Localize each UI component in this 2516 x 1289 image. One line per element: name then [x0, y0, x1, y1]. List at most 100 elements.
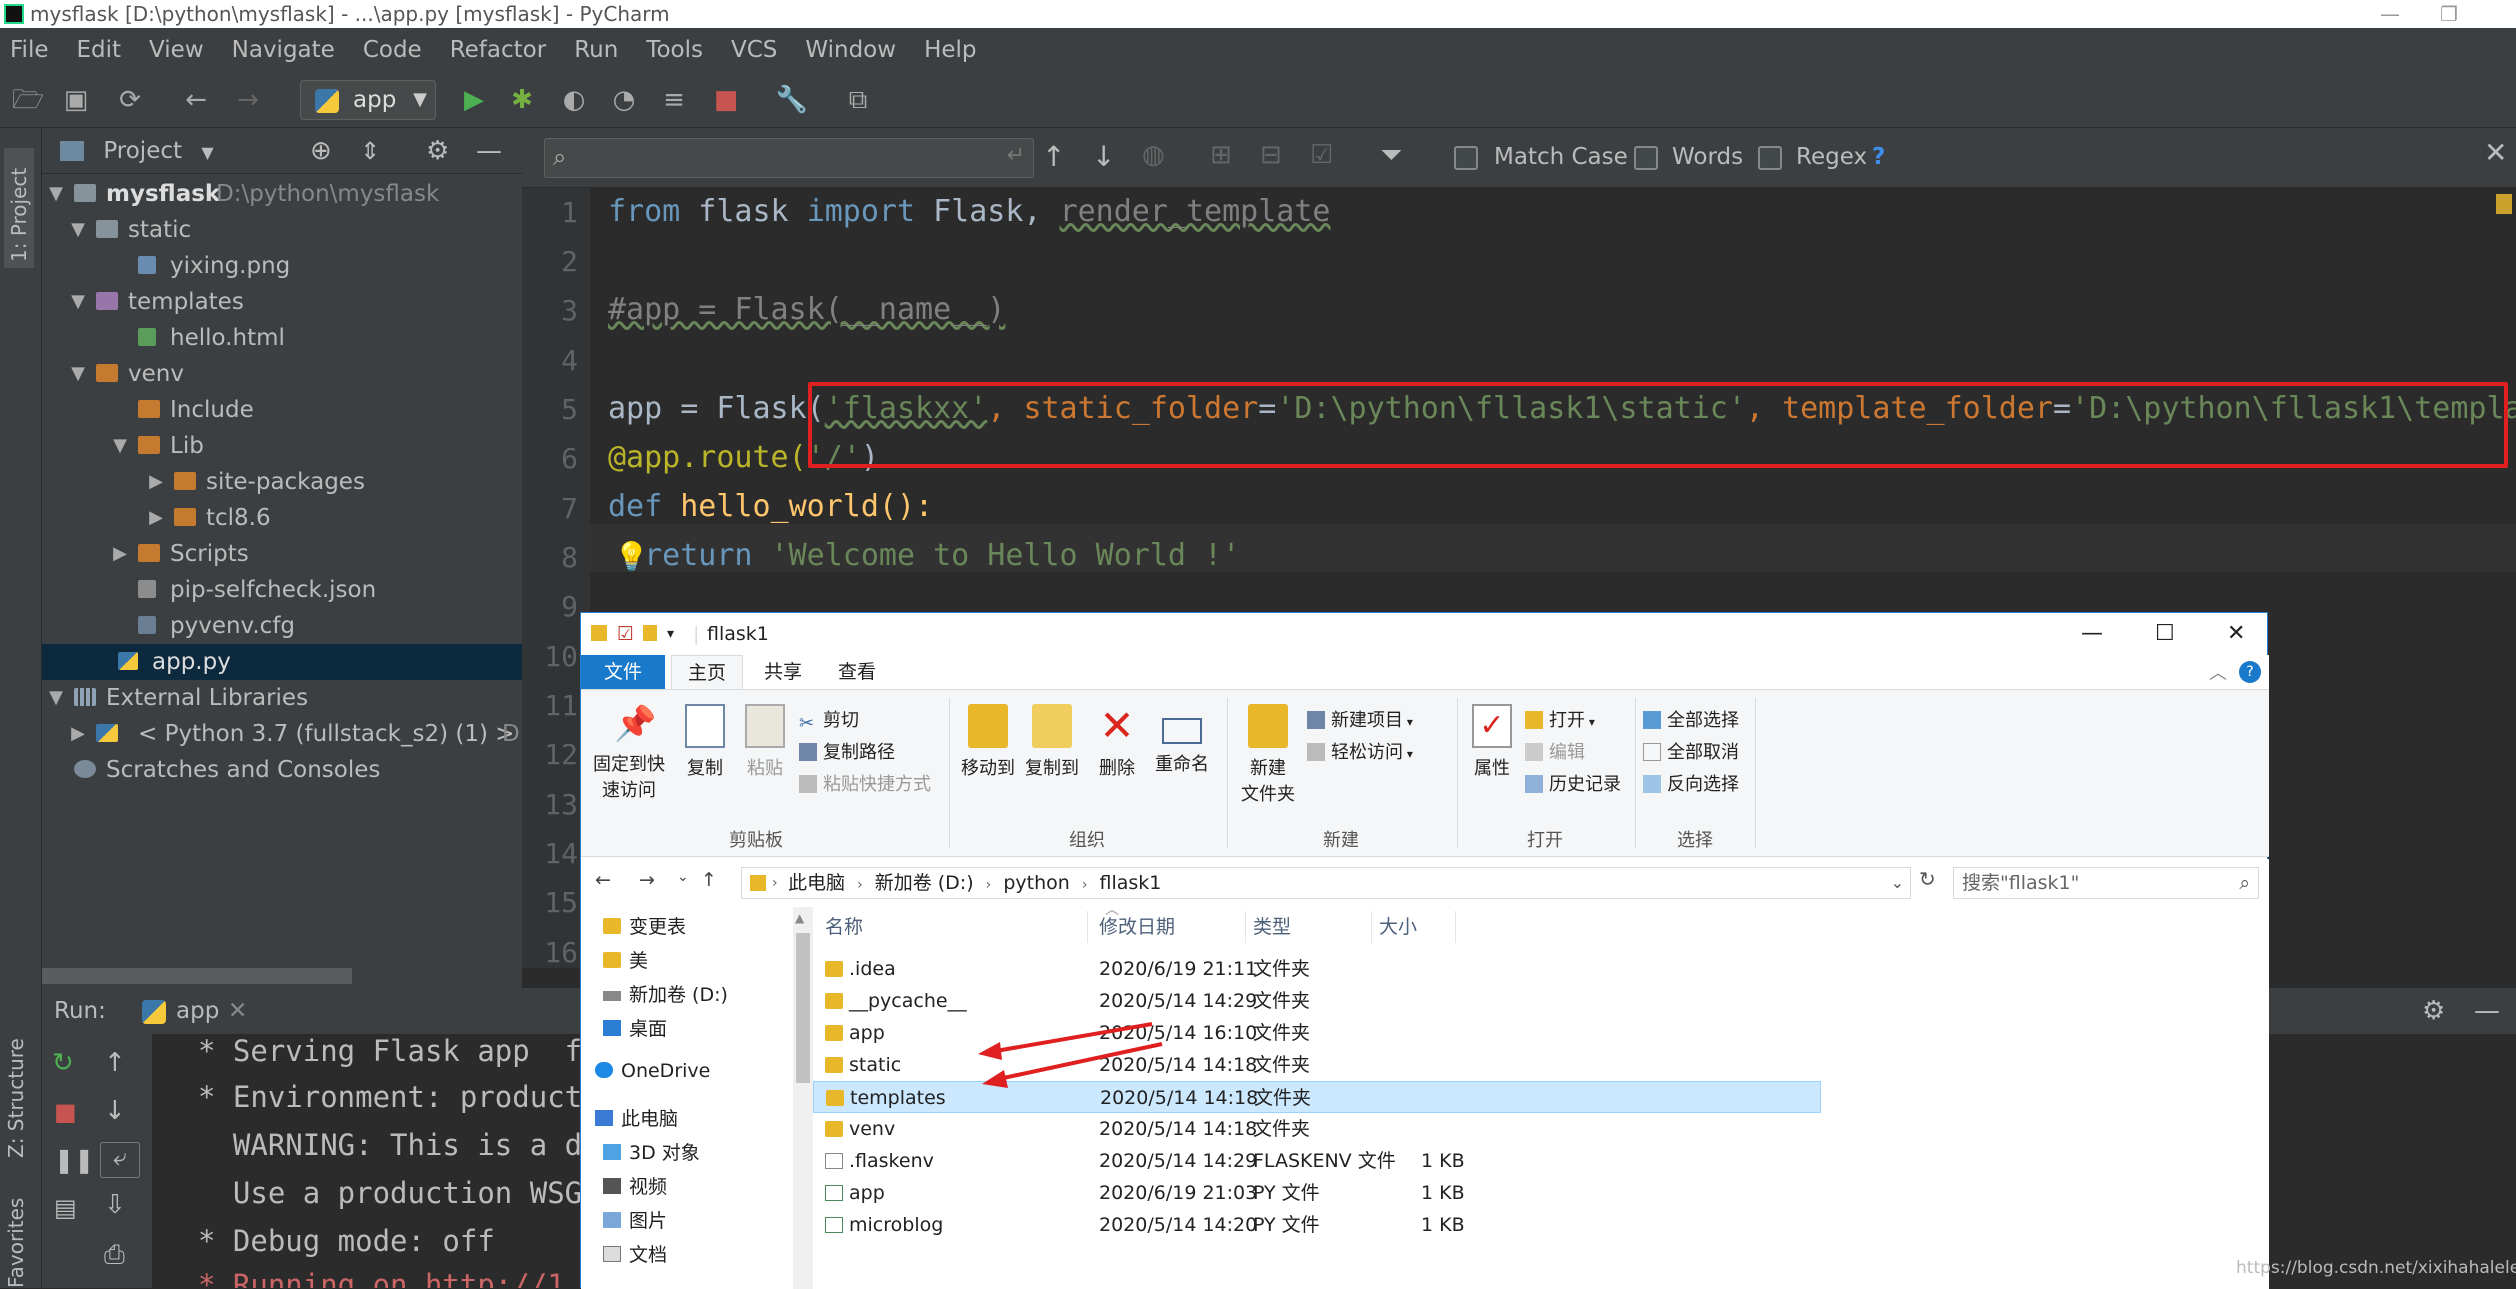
nav-item[interactable]: 变更表 [603, 911, 686, 943]
settings-wrench-icon[interactable]: 🔧 [774, 82, 810, 118]
tree-item-lib[interactable]: ▼ Lib [42, 428, 522, 464]
select-all-button[interactable]: 全部选择 [1643, 706, 1739, 732]
menu-help[interactable]: Help [924, 37, 976, 63]
tab-file[interactable]: 文件 [581, 655, 665, 689]
tab-home[interactable]: 主页 [671, 655, 743, 689]
chevron-down-icon[interactable]: ▼ [201, 143, 213, 162]
pin-quick-access-button[interactable]: 📌 固定到快 速访问 [589, 704, 669, 802]
new-folder-button[interactable]: 新建 文件夹 [1233, 704, 1303, 806]
gear-icon[interactable]: ⚙ [426, 128, 449, 174]
tree-item-hello-html[interactable]: hello.html [42, 320, 522, 356]
open-folder-icon[interactable]: 🗁 [10, 82, 46, 118]
close-icon[interactable]: ✕ [2227, 613, 2245, 655]
tab-project[interactable]: 1: Project [4, 148, 34, 268]
breadcrumb-python[interactable]: python [1003, 872, 1069, 894]
run-coverage-icon[interactable]: ◐ [556, 82, 592, 118]
nav-item-onedrive[interactable]: OneDrive [595, 1055, 710, 1087]
back-icon[interactable]: ← [178, 82, 214, 118]
tab-view[interactable]: 查看 [821, 655, 893, 689]
tree-item-app-py[interactable]: app.py [42, 644, 522, 680]
explorer-search-input[interactable]: 搜索"fllask1" ⌕ [1953, 867, 2259, 899]
run-icon[interactable]: ▶ [456, 82, 492, 118]
column-header-date[interactable]: 修改日期 [1099, 907, 1175, 947]
tree-item-scratches[interactable]: Scratches and Consoles [42, 752, 522, 788]
sync-icon[interactable]: ⟳ [112, 82, 148, 118]
copy-path-button[interactable]: 复制路径 [799, 738, 895, 764]
layout-icon[interactable]: ▤ [54, 1194, 77, 1222]
collapse-ribbon-icon[interactable]: ︿ [2209, 659, 2227, 685]
nav-item-3d-objects[interactable]: 3D 对象 [603, 1137, 700, 1169]
filter-icon[interactable]: ⏷ [1380, 138, 1402, 172]
menu-window[interactable]: Window [805, 37, 896, 63]
edit-button[interactable]: 编辑 [1525, 738, 1585, 764]
nav-item[interactable]: 美 [603, 945, 648, 977]
tree-item-external-libraries[interactable]: ▼ External Libraries [42, 680, 522, 716]
address-bar[interactable]: › 此电脑 › 新加卷 (D:) › python › fllask1 ⌄ [741, 867, 1911, 899]
menu-file[interactable]: File [10, 37, 49, 63]
concurrency-icon[interactable]: ≡ [656, 82, 692, 118]
minimize-icon[interactable]: — [2380, 0, 2400, 28]
find-all-icon[interactable]: ◍ [1142, 140, 1165, 170]
help-icon[interactable]: ? [2239, 661, 2261, 683]
breadcrumb-drive-d[interactable]: 新加卷 (D:) [875, 872, 974, 894]
run-tab-app[interactable]: app [176, 988, 219, 1034]
new-item-button[interactable]: 新建项目 ▾ [1307, 706, 1413, 732]
up-icon[interactable]: ↑ [701, 869, 717, 891]
stop-icon[interactable]: ■ [54, 1098, 77, 1126]
chevron-down-icon[interactable]: ⌄ [1891, 868, 1904, 898]
close-tab-icon[interactable]: ✕ [228, 988, 247, 1034]
breadcrumb-fllask1[interactable]: fllask1 [1100, 872, 1162, 894]
column-header-size[interactable]: 大小 [1379, 907, 1417, 947]
file-row[interactable]: app 2020/5/14 16:10 文件夹 [813, 1017, 1853, 1049]
file-row[interactable]: microblog 2020/5/14 14:20 PY 文件 1 KB [813, 1209, 1853, 1241]
open-button[interactable]: 打开 ▾ [1525, 706, 1595, 732]
tab-share[interactable]: 共享 [747, 655, 819, 689]
breadcrumb-this-pc[interactable]: 此电脑 [788, 872, 845, 894]
lightbulb-icon[interactable]: 💡 [614, 540, 649, 573]
save-all-icon[interactable]: ▣ [58, 82, 94, 118]
menu-run[interactable]: Run [574, 37, 618, 63]
file-row[interactable]: venv 2020/5/14 14:18 文件夹 [813, 1113, 1853, 1145]
menu-code[interactable]: Code [363, 37, 422, 63]
project-horizontal-scrollbar[interactable] [42, 968, 352, 984]
menu-view[interactable]: View [149, 37, 204, 63]
hide-panel-icon[interactable]: — [2474, 988, 2500, 1034]
add-selection-icon[interactable]: ⊞ [1210, 140, 1232, 170]
tree-item-static[interactable]: ▼ static [42, 212, 522, 248]
select-none-button[interactable]: 全部取消 [1643, 738, 1739, 764]
cut-button[interactable]: ✂ 剪切 [799, 706, 859, 734]
match-case-checkbox[interactable] [1454, 146, 1478, 170]
project-structure-icon[interactable]: ⧉ [840, 82, 876, 118]
forward-icon[interactable]: → [230, 82, 266, 118]
profile-icon[interactable]: ◔ [606, 82, 642, 118]
print-icon[interactable]: ⎙ [104, 1240, 125, 1271]
scroll-to-end-icon[interactable]: ⇩ [104, 1190, 126, 1220]
delete-button[interactable]: ✕ 删除 [1091, 704, 1143, 780]
file-row[interactable]: __pycache__ 2020/5/14 14:29 文件夹 [813, 985, 1853, 1017]
hide-panel-icon[interactable]: — [476, 128, 502, 174]
file-row[interactable]: .flaskenv 2020/5/14 14:29 FLASKENV 文件 1 KB [813, 1145, 1853, 1177]
collapse-all-icon[interactable]: ⇕ [360, 128, 380, 174]
nav-item-drive-d[interactable]: 新加卷 (D:) [603, 979, 728, 1011]
back-icon[interactable]: ← [595, 869, 611, 891]
tree-item-scripts[interactable]: ▶ Scripts [42, 536, 522, 572]
tree-item-templates[interactable]: ▼ templates [42, 284, 522, 320]
file-row[interactable]: app 2020/6/19 21:03 PY 文件 1 KB [813, 1177, 1853, 1209]
locate-target-icon[interactable]: ⊕ [310, 128, 332, 174]
tree-item-include[interactable]: Include [42, 392, 522, 428]
remove-selection-icon[interactable]: ⊟ [1260, 140, 1282, 170]
nav-item-this-pc[interactable]: 此电脑 [595, 1103, 678, 1135]
menu-tools[interactable]: Tools [646, 37, 703, 63]
nav-item-videos[interactable]: 视频 [603, 1171, 667, 1203]
quick-access-dropdown-icon[interactable]: ▾ [667, 613, 674, 655]
column-header-name[interactable]: 名称 [825, 907, 863, 947]
file-row-selected[interactable]: templates 2020/5/14 14:18 文件夹 [813, 1081, 1821, 1113]
tree-item-mysflask[interactable]: ▼ mysflask D:\python\mysflask [42, 176, 522, 212]
new-folder-quick-icon[interactable] [643, 625, 657, 641]
rerun-icon[interactable]: ↻ [52, 1048, 74, 1078]
gear-icon[interactable]: ⚙ [2422, 988, 2445, 1034]
tree-item-tcl86[interactable]: ▶ tcl8.6 [42, 500, 522, 536]
tree-item-venv[interactable]: ▼ venv [42, 356, 522, 392]
scroll-up-icon[interactable]: ↑ [104, 1048, 126, 1078]
properties-quick-icon[interactable]: ☑ [617, 613, 634, 655]
